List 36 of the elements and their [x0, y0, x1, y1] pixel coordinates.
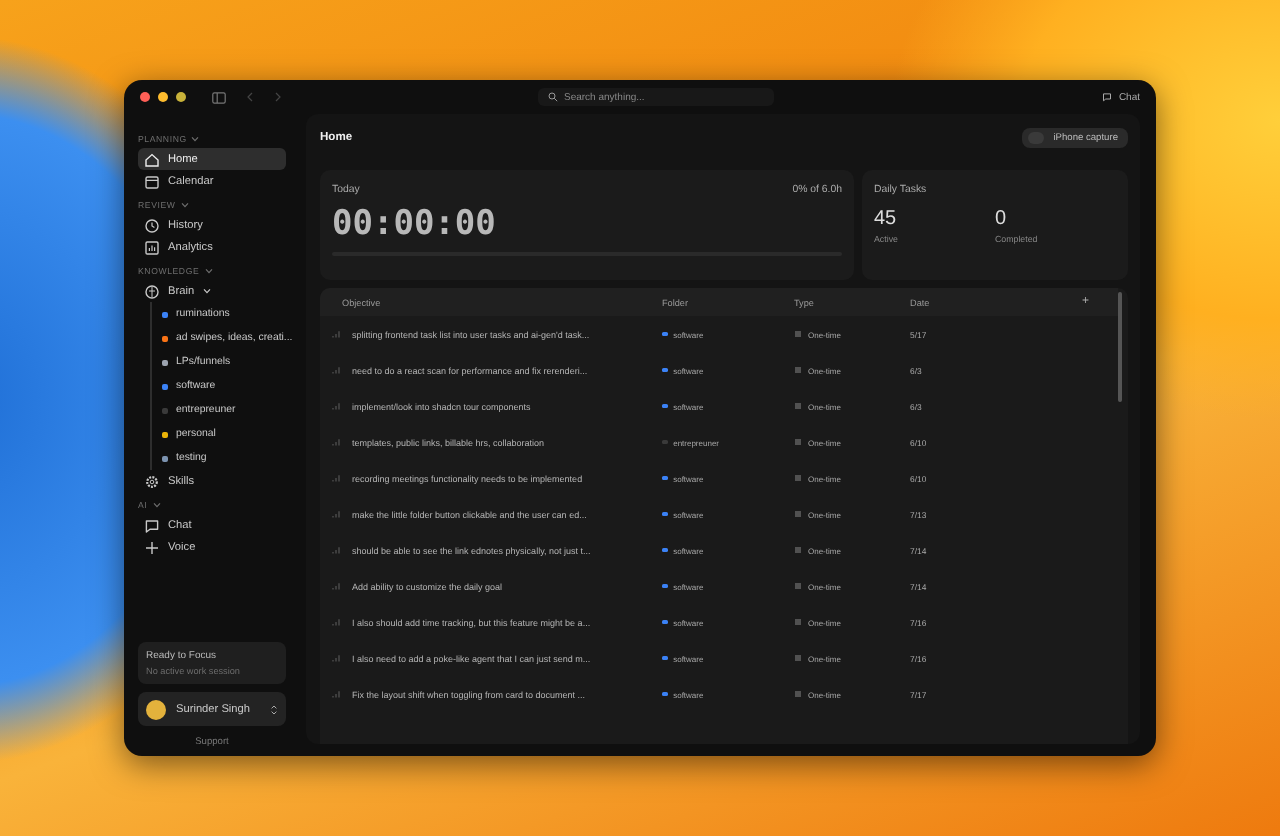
- signal-bars-icon: [332, 438, 340, 446]
- avatar-icon: [146, 699, 166, 719]
- chat-icon: [1102, 92, 1113, 102]
- scrollbar[interactable]: [1118, 292, 1121, 402]
- chat-icon: [144, 517, 160, 533]
- signal-bars-icon: [332, 582, 340, 590]
- signal-bars-icon: [332, 402, 340, 410]
- calendar-icon: [144, 173, 160, 189]
- caret-icon: [190, 134, 201, 144]
- timer-display: 00:00:00: [332, 204, 496, 244]
- signal-bars-icon: [332, 690, 340, 698]
- toggle-icon: [1027, 132, 1044, 144]
- plus-icon: [144, 539, 160, 555]
- back-icon[interactable]: [246, 92, 254, 102]
- zoom-button[interactable]: [176, 92, 186, 102]
- caret-icon: [151, 500, 162, 510]
- home-icon: [144, 151, 160, 167]
- chevron-updown-icon: [270, 703, 278, 715]
- signal-bars-icon: [332, 546, 340, 554]
- stat-value: 0: [995, 208, 1009, 230]
- signal-bars-icon: [332, 654, 340, 662]
- signal-bars-icon: [332, 510, 340, 518]
- minimize-button[interactable]: [158, 92, 168, 102]
- stat-value: 45: [874, 208, 899, 230]
- caret-icon: [179, 200, 190, 210]
- forward-icon[interactable]: [274, 92, 282, 102]
- chart-icon: [144, 239, 160, 255]
- signal-bars-icon: [332, 474, 340, 482]
- search-icon: [548, 92, 558, 102]
- clock-icon: [144, 217, 160, 233]
- sidebar-toggle-icon[interactable]: [212, 91, 226, 103]
- signal-bars-icon: [332, 366, 340, 374]
- signal-bars-icon: [332, 330, 340, 338]
- gear-icon: [144, 473, 160, 489]
- close-button[interactable]: [140, 92, 150, 102]
- signal-bars-icon: [332, 618, 340, 626]
